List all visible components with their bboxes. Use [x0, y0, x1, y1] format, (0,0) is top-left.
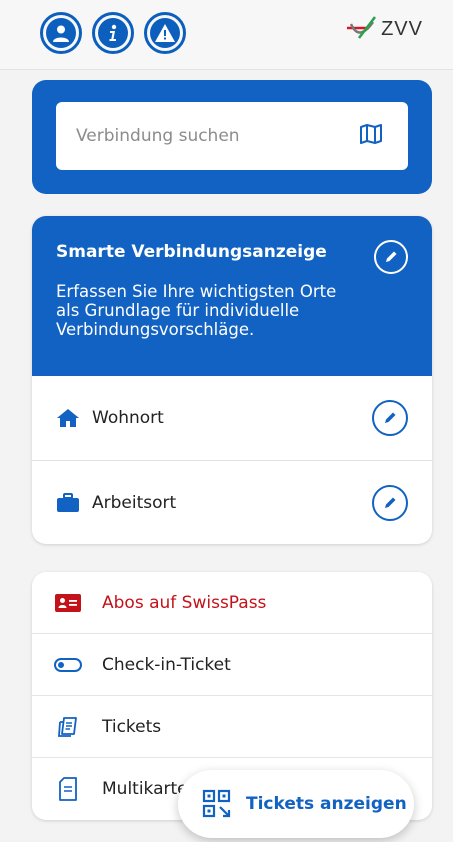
edit-arbeitsort-button[interactable]: [372, 484, 408, 521]
tickets-icon: [54, 716, 82, 738]
show-tickets-button[interactable]: Tickets anzeigen: [178, 770, 414, 838]
smart-connection-card: Smarte Verbindungsanzeige Erfassen Sie I…: [32, 216, 432, 544]
smart-title: Smarte Verbindungsanzeige: [56, 242, 327, 262]
zvv-logo-text: ZVV: [381, 17, 423, 40]
briefcase-icon: [57, 492, 79, 512]
menu-label-checkin: Check-in-Ticket: [102, 654, 231, 675]
zvv-logo: ZVV: [345, 14, 423, 44]
search-input[interactable]: Verbindung suchen: [56, 102, 408, 170]
pencil-icon: [386, 251, 397, 262]
pencil-icon: [385, 412, 396, 423]
multicard-icon: [54, 777, 82, 801]
menu-label-tickets: Tickets: [102, 716, 162, 737]
home-icon: [57, 409, 79, 427]
info-icon[interactable]: [92, 12, 134, 54]
place-label-arbeitsort: Arbeitsort: [92, 492, 177, 513]
pencil-icon: [385, 497, 396, 508]
edit-wohnort-button[interactable]: [372, 400, 408, 436]
menu-item-checkin[interactable]: Check-in-Ticket: [32, 634, 432, 696]
search-placeholder: Verbindung suchen: [76, 126, 240, 146]
show-tickets-label: Tickets anzeigen: [246, 794, 407, 814]
menu-item-swisspass[interactable]: Abos auf SwissPass: [32, 572, 432, 634]
menu-label-swisspass: Abos auf SwissPass: [102, 592, 267, 613]
top-bar: ZVV: [0, 0, 453, 70]
zvv-logo-mark-icon: [347, 16, 377, 39]
swisspass-card-icon: [54, 593, 82, 612]
edit-smart-button[interactable]: [374, 240, 408, 274]
user-icon[interactable]: [40, 12, 82, 54]
qr-code-icon: [202, 789, 231, 818]
menu-label-multikarte: Multikarte: [102, 779, 188, 799]
smart-connection-header: Smarte Verbindungsanzeige Erfassen Sie I…: [32, 216, 432, 376]
place-row-arbeitsort[interactable]: Arbeitsort: [32, 460, 432, 544]
place-label-wohnort: Wohnort: [92, 408, 164, 428]
place-row-wohnort[interactable]: Wohnort: [32, 376, 432, 460]
smart-description: Erfassen Sie Ihre wichtigsten Orte als G…: [56, 282, 337, 339]
toggle-icon: [54, 657, 82, 672]
menu-item-tickets[interactable]: Tickets: [32, 696, 432, 758]
search-card: Verbindung suchen: [32, 80, 432, 194]
map-icon[interactable]: [360, 124, 382, 148]
warning-icon[interactable]: [144, 12, 186, 54]
